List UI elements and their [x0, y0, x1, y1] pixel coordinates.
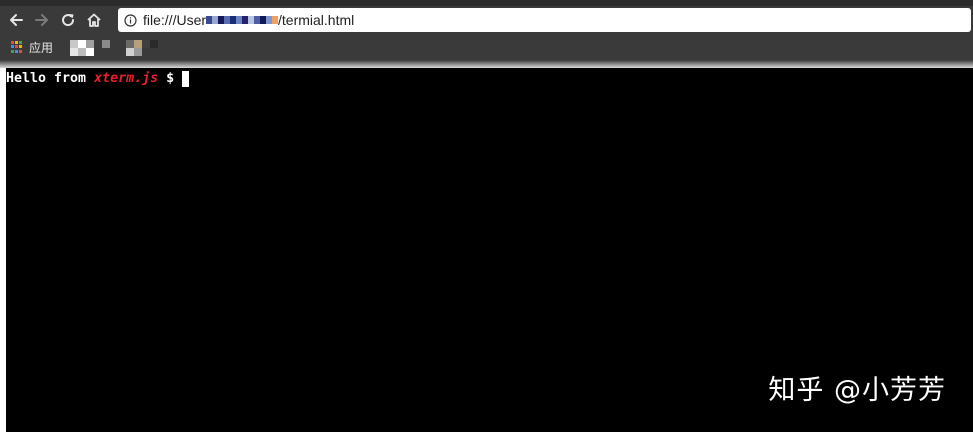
arrow-right-icon	[35, 14, 48, 26]
apps-grid-dot	[19, 45, 22, 49]
address-bar[interactable]: file:///User /termial.html	[118, 8, 971, 32]
url-text: file:///User /termial.html	[143, 12, 354, 28]
home-icon	[87, 13, 101, 27]
browser-toolbar: file:///User /termial.html	[0, 6, 973, 34]
forward-button[interactable]	[29, 7, 55, 33]
watermark: 知乎 @小芳芳	[768, 375, 946, 406]
terminal-greeting: Hello from	[6, 71, 95, 86]
apps-grid-dot	[15, 49, 18, 53]
apps-grid-dot	[19, 49, 22, 53]
apps-grid-dot	[11, 41, 14, 44]
terminal-highlight: xterm.js	[94, 71, 159, 86]
reload-button[interactable]	[55, 7, 81, 33]
browser-window: file:///User /termial.html 应用 Hello from…	[0, 0, 973, 432]
apps-grid-icon[interactable]	[11, 41, 23, 53]
arrow-left-icon	[10, 14, 23, 26]
terminal[interactable]: Hello from xterm.js $ 知乎 @小芳芳	[6, 68, 973, 432]
apps-grid-dot	[15, 45, 18, 49]
apps-grid-dot	[11, 45, 14, 49]
url-redaction-mosaic	[206, 16, 279, 24]
apps-grid-dot	[19, 41, 22, 44]
apps-grid-dot	[15, 41, 18, 44]
reload-icon	[62, 14, 75, 27]
url-suffix: /termial.html	[278, 12, 355, 28]
bookmark-redacted-1[interactable]	[70, 40, 94, 56]
bookmark-redacted-2[interactable]	[102, 40, 110, 48]
back-button[interactable]	[3, 7, 29, 33]
bookmark-apps-label[interactable]: 应用	[29, 39, 53, 56]
terminal-line: Hello from xterm.js $	[6, 70, 190, 87]
bookmarks-divider	[0, 60, 973, 68]
terminal-cursor	[182, 70, 190, 87]
url-prefix: file:///User	[143, 12, 207, 28]
home-button[interactable]	[81, 7, 107, 33]
info-icon[interactable]	[124, 13, 137, 27]
bookmark-redacted-3[interactable]	[126, 40, 158, 56]
apps-grid-dot	[11, 49, 14, 53]
terminal-prompt: $	[158, 71, 183, 86]
